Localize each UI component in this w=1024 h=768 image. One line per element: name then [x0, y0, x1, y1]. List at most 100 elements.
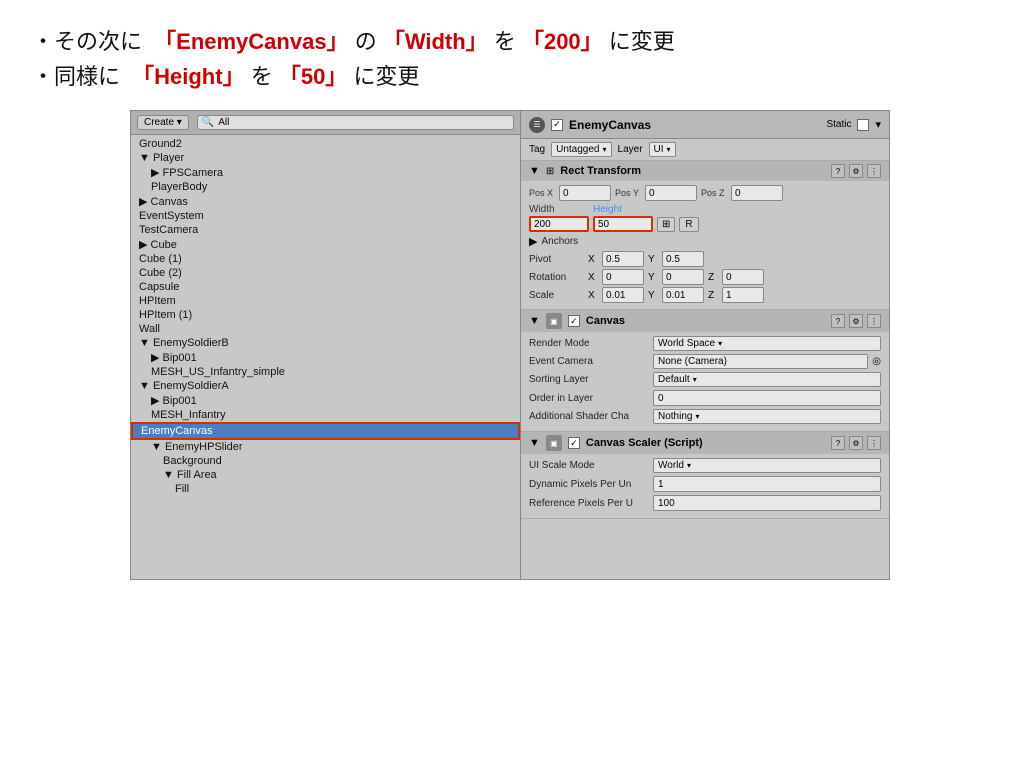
pos-x-label: Pos X	[529, 188, 557, 198]
pos-z-group: Pos Z	[701, 185, 783, 201]
ui-scale-label: UI Scale Mode	[529, 460, 649, 471]
list-item[interactable]: ▼ EnemySoldierA	[131, 379, 520, 393]
width-input[interactable]	[529, 216, 589, 232]
canvas-header[interactable]: ▼ ▣ ✓ Canvas ? ⚙ ⋮	[521, 310, 889, 332]
list-item[interactable]: Capsule	[131, 280, 520, 294]
width-group: Width	[529, 204, 589, 232]
list-item[interactable]: Wall	[131, 322, 520, 336]
search-box[interactable]: 🔍 All	[197, 115, 514, 130]
list-item[interactable]: Background	[131, 454, 520, 468]
ui-scale-dropdown[interactable]: World ▾	[653, 458, 881, 473]
list-item[interactable]: Fill	[131, 482, 520, 496]
pivot-x-input[interactable]	[602, 251, 644, 267]
list-item[interactable]: MESH_Infantry	[131, 408, 520, 422]
rect-transform-header[interactable]: ▼ ⊞ Rect Transform ? ⚙ ⋮	[521, 161, 889, 181]
rect-expand-icon: ▼	[529, 165, 540, 177]
list-item[interactable]: HPItem	[131, 294, 520, 308]
canvas-more-icon[interactable]: ⋮	[867, 314, 881, 328]
additional-shader-dropdown[interactable]: Nothing ▾	[653, 409, 881, 424]
event-camera-target-icon[interactable]: ◎	[872, 356, 881, 367]
rect-more-icon[interactable]: ⋮	[867, 164, 881, 178]
list-item[interactable]: Ground2	[131, 137, 520, 151]
anchor-preset-btn[interactable]: ⊞	[657, 217, 675, 232]
dynamic-pixels-input[interactable]	[653, 476, 881, 492]
anchors-toggle[interactable]: ▶ Anchors	[529, 235, 881, 248]
list-item[interactable]: ▼ Fill Area	[131, 468, 520, 482]
list-item[interactable]: ▼ EnemySoldierB	[131, 336, 520, 350]
render-mode-dropdown[interactable]: World Space ▾	[653, 336, 881, 351]
scale-label: Scale	[529, 290, 584, 301]
scaler-enabled-checkbox[interactable]: ✓	[568, 437, 580, 449]
hierarchy-toolbar: Create ▾ 🔍 All	[131, 111, 520, 135]
bullet-2: ・同様に	[32, 64, 126, 89]
list-item[interactable]: PlayerBody	[131, 180, 520, 194]
rot-y-axis: Y	[648, 272, 660, 283]
height-group: Height	[593, 204, 653, 232]
tag-dropdown[interactable]: Untagged ▾	[551, 142, 611, 157]
list-item[interactable]: Cube (2)	[131, 266, 520, 280]
pivot-y-group: Y	[648, 251, 704, 267]
active-checkbox[interactable]: ✓	[551, 119, 563, 131]
reference-pixels-input[interactable]	[653, 495, 881, 511]
sorting-layer-dropdown[interactable]: Default ▾	[653, 372, 881, 387]
list-item[interactable]: HPItem (1)	[131, 308, 520, 322]
pos-x-input[interactable]	[559, 185, 611, 201]
canvas-scaler-header[interactable]: ▼ ▣ ✓ Canvas Scaler (Script) ? ⚙ ⋮	[521, 432, 889, 454]
list-item[interactable]: EventSystem	[131, 209, 520, 223]
event-camera-row: Event Camera None (Camera) ◎	[529, 354, 881, 369]
rot-z-input[interactable]	[722, 269, 764, 285]
instr2-suffix: に変更	[353, 64, 419, 89]
dynamic-pixels-row: Dynamic Pixels Per Un	[529, 476, 881, 492]
pivot-y-input[interactable]	[662, 251, 704, 267]
r-button[interactable]: R	[679, 217, 698, 232]
canvas-help-icon[interactable]: ?	[831, 314, 845, 328]
list-item[interactable]: ▶ FPSCamera	[131, 165, 520, 180]
layer-dropdown[interactable]: UI ▾	[649, 142, 676, 157]
order-in-layer-input[interactable]	[653, 390, 881, 406]
list-item[interactable]: ▼ Player	[131, 151, 520, 165]
list-item[interactable]: ▼ EnemyHPSlider	[131, 440, 520, 454]
width-label: Width	[529, 204, 589, 215]
scale-x-input[interactable]	[602, 287, 644, 303]
rot-x-input[interactable]	[602, 269, 644, 285]
pos-z-input[interactable]	[731, 185, 783, 201]
enemy-canvas-list-item[interactable]: EnemyCanvas	[131, 422, 520, 440]
list-item[interactable]: MESH_US_Infantry_simple	[131, 365, 520, 379]
scale-z-input[interactable]	[722, 287, 764, 303]
static-checkbox[interactable]	[857, 119, 869, 131]
list-item[interactable]: ▶ Bip001	[131, 350, 520, 365]
scale-x-group: X	[588, 287, 644, 303]
list-item[interactable]: ▶ Cube	[131, 237, 520, 252]
height-input[interactable]	[593, 216, 653, 232]
list-item[interactable]: Cube (1)	[131, 252, 520, 266]
rect-help-icon[interactable]: ?	[831, 164, 845, 178]
rot-z-group: Z	[708, 269, 764, 285]
event-camera-dropdown[interactable]: None (Camera)	[653, 354, 868, 369]
rect-transform-icon: ⊞	[546, 166, 554, 177]
sorting-layer-value: Default	[658, 374, 690, 385]
create-button[interactable]: Create ▾	[137, 115, 189, 130]
200-highlight: 「200」	[522, 29, 603, 54]
list-item[interactable]: ▶ Canvas	[131, 194, 520, 209]
event-camera-value: None (Camera)	[658, 356, 727, 367]
scale-y-axis: Y	[648, 290, 660, 301]
scaler-settings-icon[interactable]: ⚙	[849, 436, 863, 450]
scaler-icons: ? ⚙ ⋮	[831, 436, 881, 450]
canvas-enabled-checkbox[interactable]: ✓	[568, 315, 580, 327]
scale-z-axis: Z	[708, 290, 720, 301]
static-dropdown-arrow[interactable]: ▾	[875, 118, 881, 131]
canvas-settings-icon[interactable]: ⚙	[849, 314, 863, 328]
rot-y-input[interactable]	[662, 269, 704, 285]
pos-y-input[interactable]	[645, 185, 697, 201]
layer-label: Layer	[618, 144, 643, 155]
list-item[interactable]: TestCamera	[131, 223, 520, 237]
reference-pixels-row: Reference Pixels Per U	[529, 495, 881, 511]
scale-y-input[interactable]	[662, 287, 704, 303]
scaler-more-icon[interactable]: ⋮	[867, 436, 881, 450]
rect-settings-icon[interactable]: ⚙	[849, 164, 863, 178]
static-label: Static	[826, 119, 851, 130]
pivot-row: Pivot X Y	[529, 251, 881, 267]
list-item[interactable]: ▶ Bip001	[131, 393, 520, 408]
instruction-line-2: ・同様に 「Height」 を 「50」 に変更	[32, 59, 992, 94]
scaler-help-icon[interactable]: ?	[831, 436, 845, 450]
